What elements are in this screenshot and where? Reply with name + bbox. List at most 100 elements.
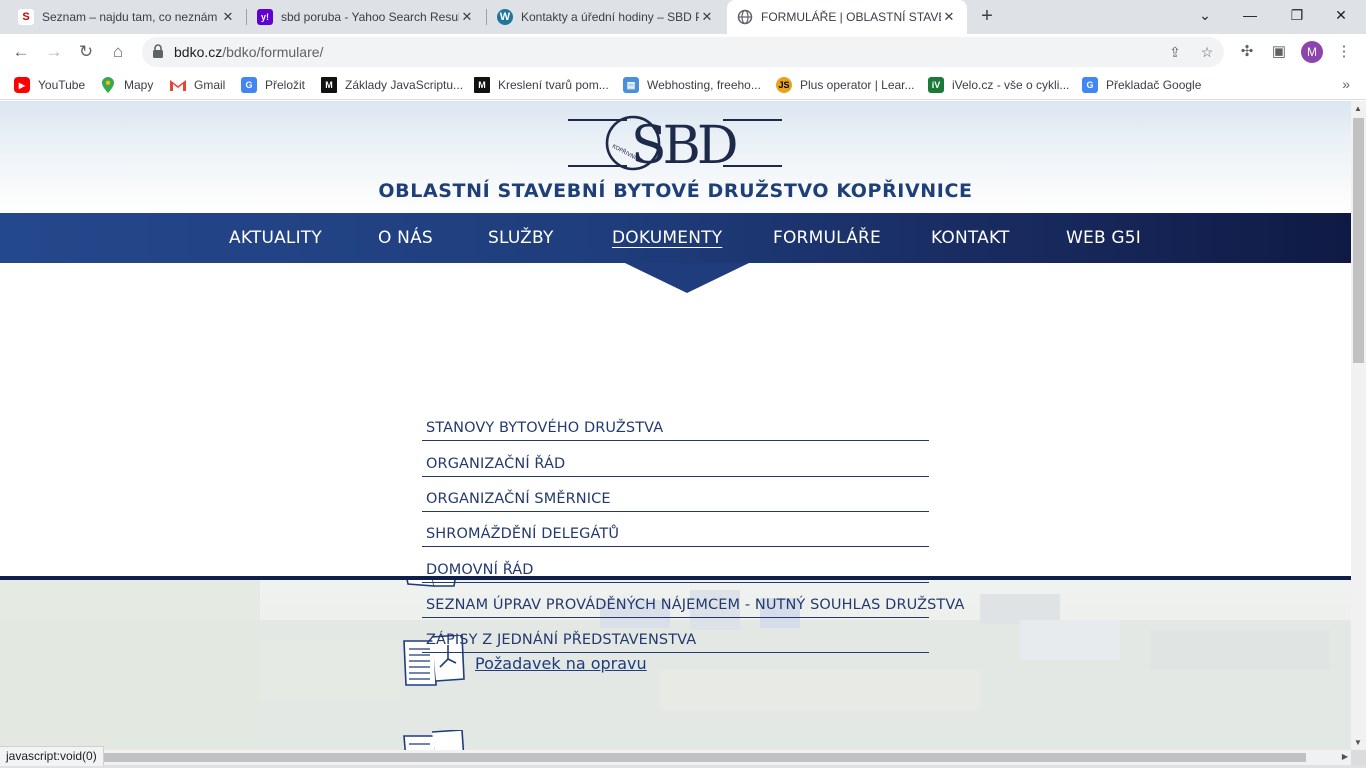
youtube-icon: ▶ bbox=[14, 77, 30, 93]
nav-kontakt[interactable]: KONTAKT bbox=[931, 228, 1010, 248]
reload-button[interactable]: ↻ bbox=[74, 40, 98, 64]
vertical-scroll-thumb[interactable] bbox=[1353, 118, 1364, 363]
scroll-up-arrow-icon[interactable]: ▲ bbox=[1354, 104, 1362, 113]
close-window-button[interactable]: ✕ bbox=[1329, 5, 1353, 25]
dropdown-item-organizacni-smernice[interactable]: ORGANIZAČNÍ SMĚRNICE bbox=[422, 476, 929, 512]
browser-toolbar: ← → ↻ ⌂ bdko.cz/bdko/formulare/ ⇪ ☆ ✣ ▣ … bbox=[0, 34, 1366, 70]
bookmark-prelozit[interactable]: G Přeložit bbox=[241, 76, 305, 94]
side-panel-icon[interactable]: ▣ bbox=[1269, 42, 1289, 62]
dropdown-bottom-border bbox=[0, 576, 1351, 580]
extensions-puzzle-icon[interactable]: ✣ bbox=[1237, 42, 1257, 62]
js-icon: JS bbox=[776, 77, 792, 93]
bookmark-gmail[interactable]: Gmail bbox=[170, 76, 225, 94]
bookmark-label: Plus operator | Lear... bbox=[800, 78, 915, 92]
bookmarks-bar: ▶ YouTube Mapy Gmail G Přeložit M Základ… bbox=[0, 70, 1366, 100]
main-navigation: AKTUALITY O NÁS SLUŽBY DOKUMENTY FORMULÁ… bbox=[0, 213, 1351, 263]
svg-text:SBD: SBD bbox=[631, 116, 736, 171]
tab-search-chevron-icon[interactable]: ⌄ bbox=[1193, 5, 1217, 25]
maps-pin-icon bbox=[100, 77, 116, 93]
new-tab-button[interactable]: + bbox=[976, 5, 998, 27]
url-path: /bdko/formulare/ bbox=[222, 44, 324, 60]
vertical-scrollbar[interactable]: ▲ ▼ bbox=[1351, 101, 1366, 750]
webhosting-icon: ▤ bbox=[623, 77, 639, 93]
nav-web-g5i[interactable]: WEB G5I bbox=[1066, 228, 1141, 248]
bookmark-ivelo[interactable]: iV iVelo.cz - vše o cykli... bbox=[928, 76, 1069, 94]
document-icon bbox=[403, 730, 465, 750]
tab-title: sbd poruba - Yahoo Search Results bbox=[281, 10, 459, 24]
csbd-logo[interactable]: SBD KOPŘIVNICE bbox=[567, 115, 783, 171]
restore-button[interactable]: ❐ bbox=[1285, 5, 1309, 25]
translate-icon: G bbox=[1082, 77, 1098, 93]
bookmark-label: Základy JavaScriptu... bbox=[345, 78, 464, 92]
m-icon: M bbox=[321, 77, 337, 93]
share-icon[interactable]: ⇪ bbox=[1166, 43, 1184, 61]
browser-tab-strip: S Seznam – najdu tam, co neznám ✕ y! sbd… bbox=[0, 0, 1366, 34]
organization-name: OBLASTNÍ STAVEBNÍ BYTOVÉ DRUŽSTVO KOPŘIV… bbox=[378, 180, 973, 202]
bookmark-kresleni-tvaru[interactable]: M Kreslení tvarů pom... bbox=[474, 76, 609, 94]
nav-formulare[interactable]: FORMULÁŘE bbox=[773, 228, 881, 248]
dropdown-item-shromazdeni-delegatu[interactable]: SHROMÁŽDĚNÍ DELEGÁTŮ bbox=[422, 511, 929, 547]
bookmark-zaklady-javascriptu[interactable]: M Základy JavaScriptu... bbox=[321, 76, 463, 94]
back-button[interactable]: ← bbox=[9, 40, 33, 64]
dokumenty-dropdown-menu: STANOVY BYTOVÉHO DRUŽSTVA ORGANIZAČNÍ ŘÁ… bbox=[0, 263, 1351, 653]
scrollbar-corner bbox=[1351, 750, 1366, 765]
dropdown-item-label: STANOVY BYTOVÉHO DRUŽSTVA bbox=[426, 420, 664, 436]
dropdown-item-seznam-uprav[interactable]: SEZNAM ÚPRAV PROVÁDĚNÝCH NÁJEMCEM - NUTN… bbox=[422, 582, 964, 618]
browser-tab-active[interactable]: FORMULÁŘE | OBLASTNÍ STAVEBNÍ BYTOVÉ ✕ bbox=[727, 0, 967, 34]
wordpress-favicon-icon: W bbox=[497, 9, 513, 25]
form-link-pozadavek-na-opravu[interactable]: Požadavek na opravu bbox=[475, 654, 647, 673]
dropdown-item-label: ZÁPISY Z JEDNÁNÍ PŘEDSTAVENSTVA bbox=[426, 632, 697, 648]
bookmark-label: Překladač Google bbox=[1106, 78, 1202, 92]
nav-dokumenty[interactable]: DOKUMENTY bbox=[612, 228, 722, 248]
bookmark-label: Webhosting, freeho... bbox=[647, 78, 761, 92]
yahoo-favicon-icon: y! bbox=[257, 9, 273, 25]
menu-kebab-icon[interactable]: ⋮ bbox=[1334, 42, 1354, 62]
tab-title: Kontakty a úřední hodiny – SBD Poruba bbox=[521, 10, 699, 24]
tab-title: Seznam – najdu tam, co neznám bbox=[42, 10, 218, 24]
dropdown-item-label: SEZNAM ÚPRAV PROVÁDĚNÝCH NÁJEMCEM - NUTN… bbox=[426, 597, 965, 613]
nav-o-nas[interactable]: O NÁS bbox=[378, 228, 433, 248]
seznam-favicon-icon: S bbox=[18, 9, 34, 25]
close-tab-icon[interactable]: ✕ bbox=[699, 9, 715, 25]
scroll-down-arrow-icon[interactable]: ▼ bbox=[1354, 738, 1362, 747]
horizontal-scrollbar[interactable]: ◀ ▶ bbox=[0, 750, 1351, 765]
globe-icon bbox=[737, 9, 753, 25]
close-tab-icon[interactable]: ✕ bbox=[941, 9, 957, 25]
bookmark-webhosting[interactable]: ▤ Webhosting, freeho... bbox=[623, 76, 761, 94]
forward-button[interactable]: → bbox=[42, 40, 66, 64]
translate-icon: G bbox=[241, 77, 257, 93]
profile-avatar[interactable]: M bbox=[1301, 41, 1323, 63]
bookmark-youtube[interactable]: ▶ YouTube bbox=[14, 76, 85, 94]
scroll-right-arrow-icon[interactable]: ▶ bbox=[1342, 752, 1348, 761]
dropdown-item-label: ORGANIZAČNÍ ŘÁD bbox=[426, 456, 566, 472]
bookmark-star-icon[interactable]: ☆ bbox=[1198, 43, 1216, 61]
bookmark-prekladac-google[interactable]: G Překladač Google bbox=[1082, 76, 1201, 94]
minimize-button[interactable]: — bbox=[1238, 5, 1262, 25]
browser-tab[interactable]: W Kontakty a úřední hodiny – SBD Poruba … bbox=[487, 0, 725, 34]
dropdown-item-stanovy[interactable]: STANOVY BYTOVÉHO DRUŽSTVA bbox=[422, 405, 929, 441]
dropdown-item-organizacni-rad[interactable]: ORGANIZAČNÍ ŘÁD bbox=[422, 441, 929, 477]
address-bar[interactable]: bdko.cz/bdko/formulare/ ⇪ ☆ bbox=[142, 37, 1224, 67]
home-button[interactable]: ⌂ bbox=[106, 40, 130, 64]
status-bubble: javascript:void(0) bbox=[0, 746, 104, 766]
ivelo-icon: iV bbox=[928, 77, 944, 93]
bookmark-label: Kreslení tvarů pom... bbox=[498, 78, 609, 92]
dropdown-item-label: ORGANIZAČNÍ SMĚRNICE bbox=[426, 491, 611, 507]
url-host: bdko.cz bbox=[174, 44, 223, 60]
active-nav-pointer bbox=[625, 263, 749, 293]
lock-icon bbox=[153, 44, 163, 58]
bookmark-mapy[interactable]: Mapy bbox=[100, 76, 153, 94]
dropdown-item-label: SHROMÁŽDĚNÍ DELEGÁTŮ bbox=[426, 526, 620, 542]
more-bookmarks-icon[interactable]: » bbox=[1342, 76, 1350, 92]
gmail-icon bbox=[170, 77, 186, 93]
dropdown-item-zapisy[interactable]: ZÁPISY Z JEDNÁNÍ PŘEDSTAVENSTVA bbox=[422, 617, 929, 653]
m-icon: M bbox=[474, 77, 490, 93]
nav-sluzby[interactable]: SLUŽBY bbox=[488, 228, 554, 248]
horizontal-scroll-thumb[interactable] bbox=[14, 753, 1306, 762]
browser-tab[interactable]: y! sbd poruba - Yahoo Search Results ✕ bbox=[247, 0, 485, 34]
nav-aktuality[interactable]: AKTUALITY bbox=[229, 228, 322, 248]
bookmark-plus-operator[interactable]: JS Plus operator | Lear... bbox=[776, 76, 915, 94]
browser-tab[interactable]: S Seznam – najdu tam, co neznám ✕ bbox=[8, 0, 246, 34]
close-tab-icon[interactable]: ✕ bbox=[459, 9, 475, 25]
close-tab-icon[interactable]: ✕ bbox=[220, 9, 236, 25]
